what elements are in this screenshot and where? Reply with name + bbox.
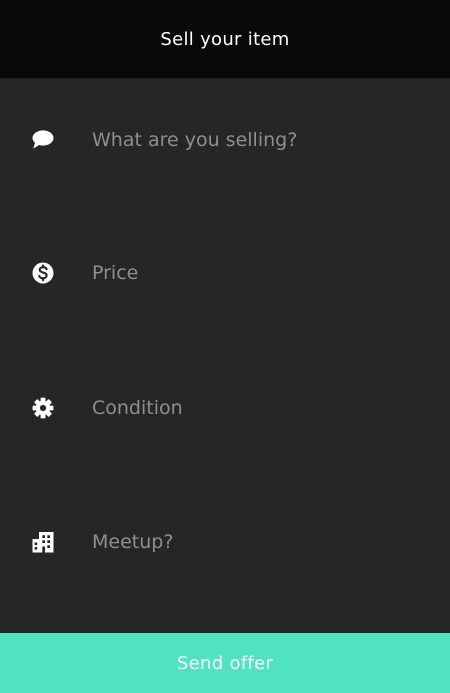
building-icon [31,530,55,554]
item-input[interactable] [92,122,422,158]
price-field-row [0,253,450,293]
price-input[interactable] [92,255,422,291]
chat-bubble-icon [31,128,55,152]
condition-field-row [0,388,450,428]
gear-icon [31,396,55,420]
item-field-row [0,120,450,160]
meetup-input[interactable] [92,524,422,560]
dollar-circle-icon [31,261,55,285]
condition-input[interactable] [92,390,422,426]
send-offer-button[interactable]: Send offer [0,633,450,693]
page-title: Sell your item [160,28,290,50]
app-header: Sell your item [0,0,450,79]
meetup-field-row [0,522,450,562]
